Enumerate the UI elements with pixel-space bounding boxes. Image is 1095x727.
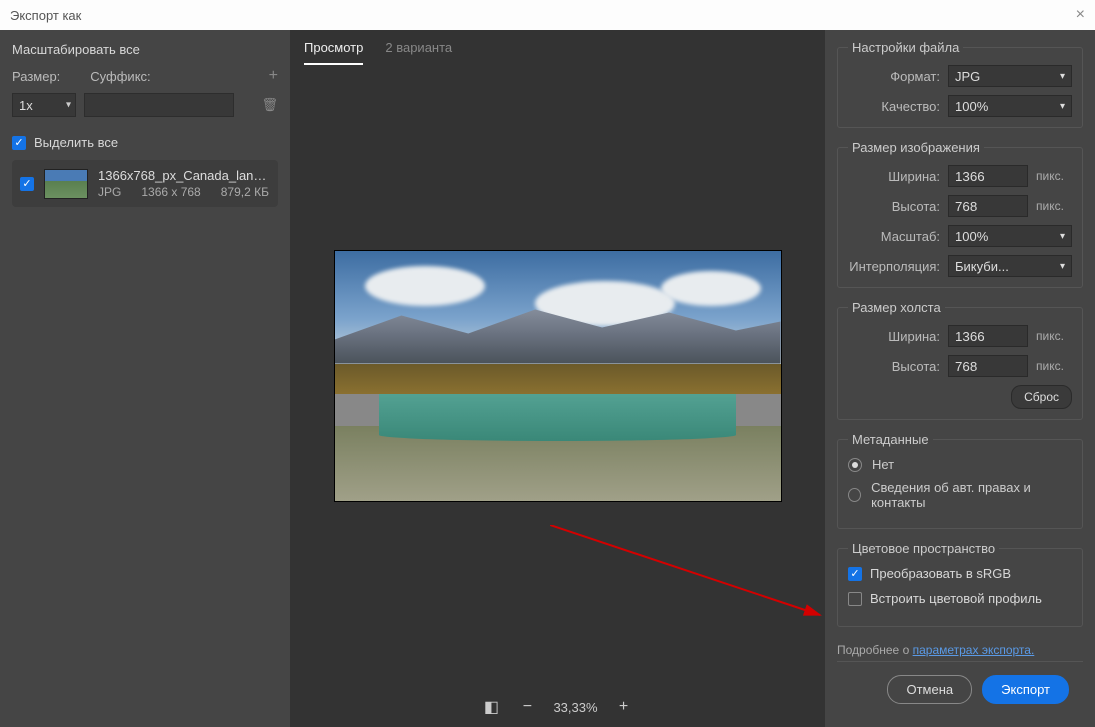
metadata-none-label: Нет (872, 457, 894, 472)
canvas-height-input[interactable] (948, 355, 1028, 377)
suffix-label: Суффикс: (90, 69, 150, 84)
chevron-down-icon: ▾ (1060, 71, 1065, 82)
embed-profile-label: Встроить цветовой профиль (870, 591, 1042, 606)
height-input[interactable] (948, 195, 1028, 217)
asset-name: 1366x768_px_Canada_landscap... (98, 168, 270, 183)
zoom-out-icon[interactable]: − (517, 697, 537, 717)
canvas-size-legend: Размер холста (848, 300, 945, 315)
convert-srgb-label: Преобразовать в sRGB (870, 566, 1011, 581)
left-panel: Масштабировать все Размер: Суффикс: + 1x… (0, 30, 290, 727)
size-label: Размер: (12, 69, 60, 84)
asset-thumbnail (44, 169, 88, 199)
format-label: Формат: (848, 69, 940, 84)
asset-checkbox[interactable]: ✓ (20, 177, 34, 191)
canvas-size-group: Размер холста Ширина: пикс. Высота: пикс… (837, 300, 1083, 420)
canvas-width-input[interactable] (948, 325, 1028, 347)
chevron-down-icon: ▾ (1060, 231, 1065, 242)
metadata-copyright-label: Сведения об авт. правах и контакты (871, 480, 1072, 510)
more-about-label: Подробнее о (837, 643, 909, 657)
color-space-legend: Цветовое пространство (848, 541, 999, 556)
height-label: Высота: (848, 199, 940, 214)
color-space-group: Цветовое пространство ✓ Преобразовать в … (837, 541, 1083, 627)
select-all-label: Выделить все (34, 135, 118, 150)
width-input[interactable] (948, 165, 1028, 187)
tab-preview[interactable]: Просмотр (304, 40, 363, 65)
metadata-legend: Метаданные (848, 432, 933, 447)
trash-icon[interactable]: 🗑 (261, 97, 278, 113)
preview-area[interactable] (290, 65, 825, 687)
zoom-in-icon[interactable]: + (614, 697, 634, 717)
tab-2up[interactable]: 2 варианта (385, 40, 452, 65)
settings-panel: Настройки файла Формат: JPG▾ Качество: 1… (825, 30, 1095, 727)
image-size-group: Размер изображения Ширина: пикс. Высота:… (837, 140, 1083, 288)
metadata-group: Метаданные Нет Сведения об авт. правах и… (837, 432, 1083, 529)
reset-button[interactable]: Сброс (1011, 385, 1072, 409)
close-icon[interactable]: × (1076, 6, 1085, 24)
chevron-down-icon: ▾ (1060, 101, 1065, 112)
resample-label: Интерполяция: (848, 259, 940, 274)
scale-all-label: Масштабировать все (12, 42, 278, 57)
scale-label: Масштаб: (848, 229, 940, 244)
asset-format: JPG (98, 185, 121, 199)
embed-profile-checkbox[interactable] (848, 592, 862, 606)
resample-select[interactable]: Бикуби...▾ (948, 255, 1072, 277)
fit-icon[interactable]: ◧ (481, 697, 501, 717)
file-settings-legend: Настройки файла (848, 40, 963, 55)
size-value: 1x (19, 98, 33, 113)
asset-row[interactable]: ✓ 1366x768_px_Canada_landscap... JPG 136… (12, 160, 278, 207)
metadata-copyright-radio[interactable] (848, 488, 861, 502)
window-title: Экспорт как (10, 8, 81, 23)
quality-label: Качество: (848, 99, 940, 114)
asset-filesize: 879,2 КБ (221, 185, 269, 199)
image-size-legend: Размер изображения (848, 140, 984, 155)
chevron-down-icon: ▾ (1060, 261, 1065, 272)
export-button[interactable]: Экспорт (982, 675, 1069, 704)
preview-panel: Просмотр 2 варианта ◧ − (290, 30, 825, 727)
metadata-none-radio[interactable] (848, 458, 862, 472)
asset-dims: 1366 x 768 (141, 185, 200, 199)
width-label: Ширина: (848, 169, 940, 184)
chevron-down-icon: ▾ (66, 100, 71, 111)
file-settings-group: Настройки файла Формат: JPG▾ Качество: 1… (837, 40, 1083, 128)
convert-srgb-checkbox[interactable]: ✓ (848, 567, 862, 581)
footer: Отмена Экспорт (837, 661, 1083, 717)
cancel-button[interactable]: Отмена (887, 675, 972, 704)
add-scale-icon[interactable]: + (269, 67, 278, 85)
select-all-checkbox[interactable]: ✓ (12, 136, 26, 150)
preview-image (334, 250, 782, 502)
format-select[interactable]: JPG▾ (948, 65, 1072, 87)
scale-select[interactable]: 100%▾ (948, 225, 1072, 247)
annotation-arrow (550, 525, 830, 625)
zoom-level: 33,33% (553, 700, 597, 715)
quality-select[interactable]: 100%▾ (948, 95, 1072, 117)
titlebar: Экспорт как × (0, 0, 1095, 30)
suffix-input[interactable] (84, 93, 234, 117)
size-select[interactable]: 1x ▾ (12, 93, 76, 117)
export-params-link[interactable]: параметрах экспорта. (913, 643, 1035, 657)
